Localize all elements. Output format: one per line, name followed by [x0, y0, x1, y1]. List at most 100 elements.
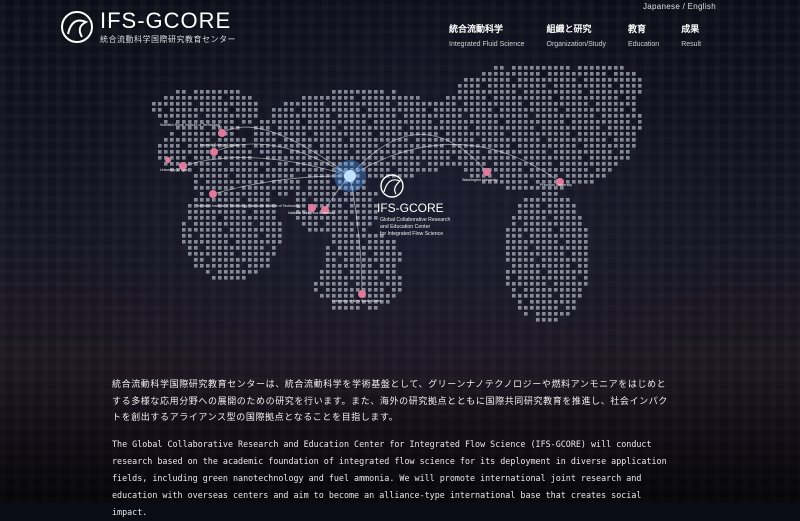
map-dot — [188, 114, 192, 118]
map-dot — [446, 120, 450, 124]
map-dot — [200, 222, 204, 226]
map-dot — [302, 192, 306, 196]
map-dot — [560, 300, 564, 304]
map-dot — [530, 264, 534, 268]
map-dot — [326, 228, 330, 232]
map-dot — [302, 96, 306, 100]
map-dot — [362, 210, 366, 214]
nav-label-en: Education — [628, 41, 660, 48]
site-logo[interactable]: IFS-GCORE 統合流動科学国際研究教育センター — [60, 9, 236, 45]
map-dot — [230, 276, 234, 280]
map-dot — [170, 162, 174, 166]
map-dot — [302, 222, 306, 226]
map-dot — [530, 234, 534, 238]
map-dot — [356, 150, 360, 154]
map-dot — [254, 258, 258, 262]
map-dot — [536, 156, 540, 160]
map-dot — [206, 186, 210, 190]
map-dot — [332, 96, 336, 100]
map-dot — [392, 114, 396, 118]
map-dot — [308, 228, 312, 232]
map-dot — [500, 78, 504, 82]
nav-result[interactable]: 成果 Result — [681, 22, 701, 48]
map-dot — [218, 90, 222, 94]
map-dot — [212, 252, 216, 256]
map-dot — [452, 120, 456, 124]
map-dot — [188, 144, 192, 148]
map-dot — [176, 114, 180, 118]
map-dot — [344, 258, 348, 262]
map-dot — [206, 138, 210, 142]
map-dot — [230, 234, 234, 238]
map-dot — [314, 288, 318, 292]
map-dot — [392, 276, 396, 280]
map-dot — [572, 294, 576, 298]
map-dot — [524, 138, 528, 142]
language-switch[interactable]: Japanese / English — [643, 2, 716, 11]
nav-organization-study[interactable]: 組織と研究 Organization/Study — [547, 22, 607, 48]
nav-integrated-fluid-science[interactable]: 統合流動科学 Integrated Fluid Science — [449, 22, 525, 48]
map-dot — [290, 102, 294, 106]
map-dot — [200, 198, 204, 202]
map-dot — [266, 186, 270, 190]
map-dot — [296, 156, 300, 160]
map-dot — [230, 114, 234, 118]
map-dot — [572, 252, 576, 256]
map-dot — [296, 120, 300, 124]
map-dot — [254, 168, 258, 172]
map-dot — [524, 198, 528, 202]
map-dot — [248, 228, 252, 232]
map-dot — [584, 180, 588, 184]
map-dot — [206, 114, 210, 118]
map-dot — [620, 66, 624, 70]
partner-label: Imperial College London — [200, 143, 239, 147]
map-dot — [512, 288, 516, 292]
map-dot — [344, 216, 348, 220]
map-dot — [494, 66, 498, 70]
map-dot — [362, 96, 366, 100]
map-dot — [512, 90, 516, 94]
map-dot — [560, 90, 564, 94]
nav-education[interactable]: 教育 Education — [628, 22, 659, 48]
map-dot — [170, 150, 174, 154]
map-dot — [218, 270, 222, 274]
map-dot — [512, 72, 516, 76]
map-dot — [608, 78, 612, 82]
map-dot — [584, 228, 588, 232]
map-dot — [242, 216, 246, 220]
map-dot — [260, 120, 264, 124]
map-dot — [566, 84, 570, 88]
map-dot — [542, 300, 546, 304]
map-dot — [344, 114, 348, 118]
map-dot — [224, 138, 228, 142]
map-dot — [350, 90, 354, 94]
map-dot — [260, 210, 264, 214]
map-dot — [536, 174, 540, 178]
map-dot — [530, 240, 534, 244]
map-dot — [362, 132, 366, 136]
logo-subtitle: 統合流動科学国際研究教育センター — [100, 35, 236, 44]
map-dot — [374, 270, 378, 274]
map-dot — [338, 102, 342, 106]
map-dot — [542, 198, 546, 202]
map-dot — [362, 234, 366, 238]
map-dot — [434, 162, 438, 166]
map-dot — [470, 96, 474, 100]
map-dot — [416, 102, 420, 106]
map-dot — [314, 138, 318, 142]
map-dot — [566, 264, 570, 268]
map-dot — [332, 120, 336, 124]
map-dot — [362, 186, 366, 190]
map-dot — [428, 138, 432, 142]
map-dot — [464, 168, 468, 172]
map-dot — [626, 84, 630, 88]
map-dot — [326, 198, 330, 202]
map-dot — [470, 150, 474, 154]
map-dot — [500, 174, 504, 178]
map-dot — [488, 132, 492, 136]
map-dot — [266, 132, 270, 136]
map-dot — [272, 168, 276, 172]
map-dot — [224, 216, 228, 220]
map-dot — [326, 288, 330, 292]
map-dot — [374, 126, 378, 130]
